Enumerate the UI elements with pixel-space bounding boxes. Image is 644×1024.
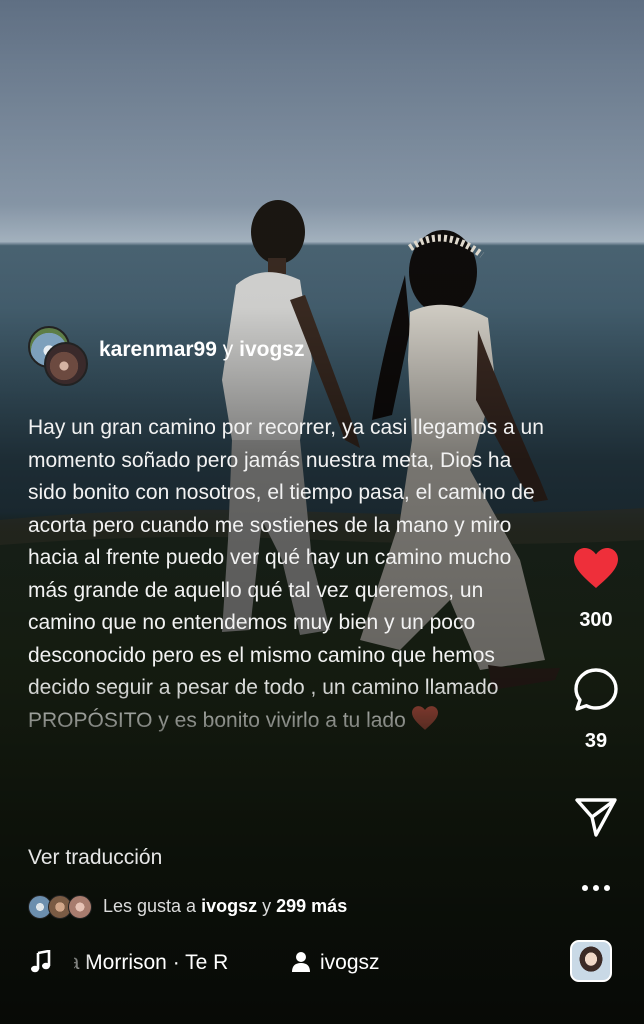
see-translation-link[interactable]: Ver traducción (28, 846, 162, 870)
author-username[interactable]: ivogsz (239, 338, 304, 361)
avatar[interactable] (44, 342, 88, 386)
share-icon (574, 798, 618, 842)
comment-icon (572, 668, 620, 718)
author-names[interactable]: karenmar99 y ivogsz (99, 338, 304, 362)
red-heart-emoji (410, 705, 440, 742)
audio-owner[interactable]: ivogsz (320, 951, 380, 975)
liked-by-user[interactable]: ivogsz (201, 896, 257, 916)
post-authors[interactable]: karenmar99 y ivogsz (28, 326, 388, 386)
person-icon (291, 951, 311, 979)
liked-by-others[interactable]: 299 más (276, 896, 347, 916)
liked-by-row[interactable]: Les gusta a ivogsz y 299 más (28, 893, 448, 921)
more-button[interactable] (548, 878, 644, 903)
liked-by-prefix: Les gusta a (103, 896, 197, 916)
post-caption[interactable]: Hay un gran camino por recorrer, ya casi… (28, 412, 548, 741)
action-rail: 300 39 (548, 0, 644, 1024)
liked-by-joiner: y (262, 896, 272, 916)
author-username[interactable]: karenmar99 (99, 338, 217, 361)
comment-button[interactable] (548, 666, 644, 719)
song-title[interactable]: rla Morrison · Te R (74, 951, 294, 975)
comment-count[interactable]: 39 (548, 730, 644, 753)
caption-text: Hay un gran camino por recorrer, ya casi… (28, 416, 544, 732)
audio-thumbnail[interactable] (570, 940, 612, 982)
like-count[interactable]: 300 (548, 609, 644, 632)
like-button[interactable] (548, 546, 644, 595)
share-button[interactable] (548, 796, 644, 843)
music-note-icon (30, 949, 52, 980)
more-icon (580, 885, 612, 902)
liked-by-text[interactable]: Les gusta a ivogsz y 299 más (103, 896, 347, 917)
avatar (68, 895, 92, 919)
author-joiner: y (222, 338, 234, 361)
audio-bar[interactable]: rla Morrison · Te R ivogsz (28, 947, 408, 979)
heart-icon (572, 548, 620, 594)
